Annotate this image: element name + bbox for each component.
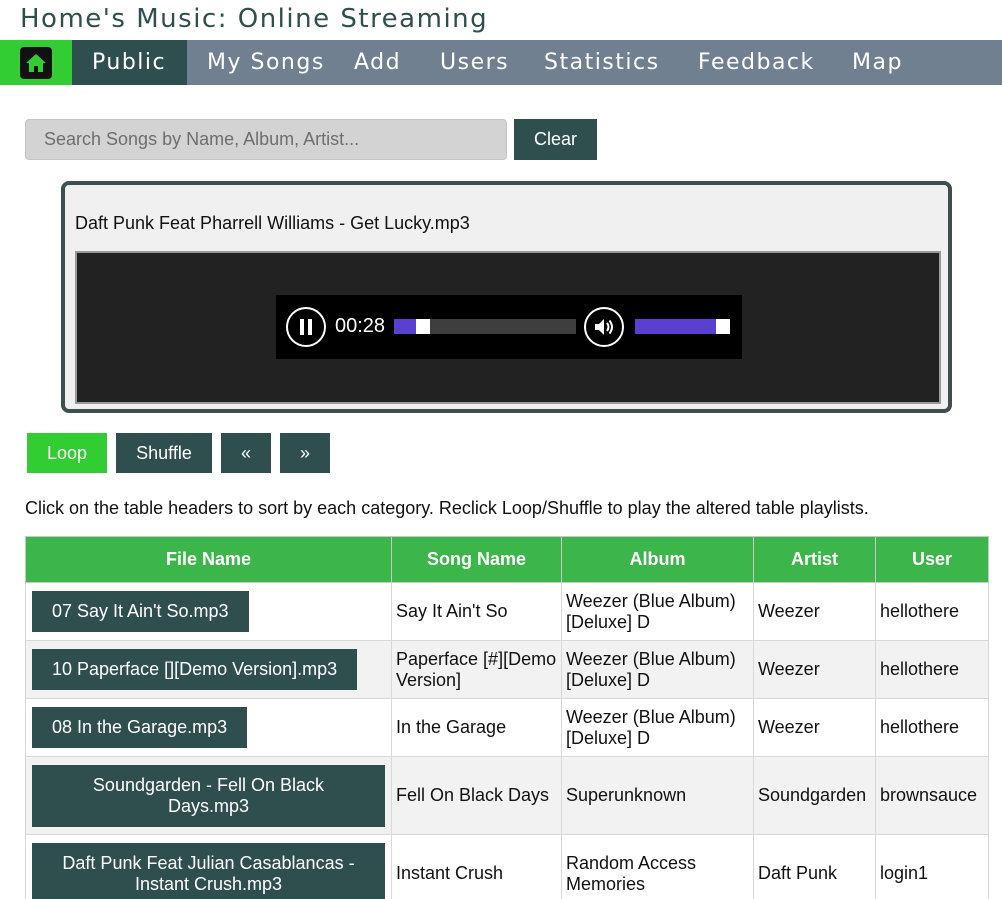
seek-progress: [394, 319, 416, 334]
artist-cell: Weezer: [753, 640, 876, 699]
now-playing-title: Daft Punk Feat Pharrell Williams - Get L…: [75, 213, 470, 233]
header-user[interactable]: User: [875, 536, 989, 583]
previous-button[interactable]: «: [221, 433, 271, 473]
album-cell: Superunknown: [561, 756, 754, 835]
header-song-name[interactable]: Song Name: [391, 536, 562, 583]
play-file-button[interactable]: 07 Say It Ain't So.mp3: [32, 591, 249, 632]
album-cell: Weezer (Blue Album) [Deluxe] D: [561, 640, 754, 699]
volume-level: [635, 319, 716, 334]
home-icon: [20, 46, 52, 79]
artist-cell: Daft Punk: [753, 834, 876, 899]
artist-cell: Weezer: [753, 698, 876, 757]
play-file-button[interactable]: Soundgarden - Fell On Black Days.mp3: [32, 764, 385, 827]
album-cell: Weezer (Blue Album) [Deluxe] D: [561, 582, 754, 641]
header-album[interactable]: Album: [561, 536, 754, 583]
song-name-cell: Instant Crush: [391, 834, 562, 899]
clear-button[interactable]: Clear: [514, 119, 597, 160]
user-cell: brownsauce: [875, 756, 989, 835]
next-button[interactable]: »: [280, 433, 330, 473]
artist-cell: Weezer: [753, 582, 876, 641]
table-row: 10 Paperface [][Demo Version].mp3 Paperf…: [25, 640, 989, 699]
user-cell: hellothere: [875, 698, 989, 757]
seek-thumb[interactable]: [415, 319, 430, 334]
player-controls: 00:28: [276, 295, 742, 359]
table-row: 08 In the Garage.mp3 In the Garage Weeze…: [25, 698, 989, 757]
site-title: Home's Music: Online Streaming: [20, 4, 489, 34]
user-cell: login1: [875, 834, 989, 899]
nav-item-users[interactable]: Users: [440, 40, 509, 85]
media-area: 00:28: [75, 251, 941, 404]
nav-item-add[interactable]: Add: [354, 40, 401, 85]
table-header-row: File Name Song Name Album Artist User: [25, 536, 989, 583]
header-file-name[interactable]: File Name: [25, 536, 392, 583]
table-row: Soundgarden - Fell On Black Days.mp3 Fel…: [25, 756, 989, 835]
main-navbar: Public My Songs Add Users Statistics Fee…: [0, 40, 1002, 85]
songs-table: File Name Song Name Album Artist User 07…: [25, 536, 989, 899]
nav-item-my-songs[interactable]: My Songs: [207, 40, 325, 85]
artist-cell: Soundgarden: [753, 756, 876, 835]
volume-thumb[interactable]: [716, 319, 730, 334]
user-cell: hellothere: [875, 640, 989, 699]
header-artist[interactable]: Artist: [753, 536, 876, 583]
audio-player-panel: Daft Punk Feat Pharrell Williams - Get L…: [61, 181, 952, 413]
volume-slider[interactable]: [635, 319, 730, 334]
play-file-button[interactable]: Daft Punk Feat Julian Casablancas - Inst…: [32, 842, 385, 899]
nav-item-statistics[interactable]: Statistics: [544, 40, 660, 85]
nav-item-public[interactable]: Public: [72, 40, 187, 85]
pause-icon[interactable]: [286, 307, 326, 347]
play-file-button[interactable]: 10 Paperface [][Demo Version].mp3: [32, 649, 358, 690]
nav-item-map[interactable]: Map: [852, 40, 903, 85]
album-cell: Weezer (Blue Album) [Deluxe] D: [561, 698, 754, 757]
song-name-cell: Paperface [#][Demo Version]: [391, 640, 562, 699]
loop-button[interactable]: Loop: [27, 433, 107, 473]
user-cell: hellothere: [875, 582, 989, 641]
home-button[interactable]: [0, 40, 72, 85]
speaker-icon[interactable]: [584, 307, 624, 347]
table-row: 07 Say It Ain't So.mp3 Say It Ain't So W…: [25, 582, 989, 641]
song-name-cell: Fell On Black Days: [391, 756, 562, 835]
table-row: Daft Punk Feat Julian Casablancas - Inst…: [25, 834, 989, 899]
song-name-cell: Say It Ain't So: [391, 582, 562, 641]
current-time: 00:28: [335, 315, 386, 337]
album-cell: Random Access Memories: [561, 834, 754, 899]
search-input[interactable]: [25, 119, 507, 160]
song-name-cell: In the Garage: [391, 698, 562, 757]
instructions-text: Click on the table headers to sort by ea…: [25, 498, 869, 518]
seek-bar[interactable]: [394, 319, 576, 334]
play-file-button[interactable]: 08 In the Garage.mp3: [32, 707, 248, 748]
nav-item-feedback[interactable]: Feedback: [698, 40, 815, 85]
shuffle-button[interactable]: Shuffle: [116, 433, 212, 473]
